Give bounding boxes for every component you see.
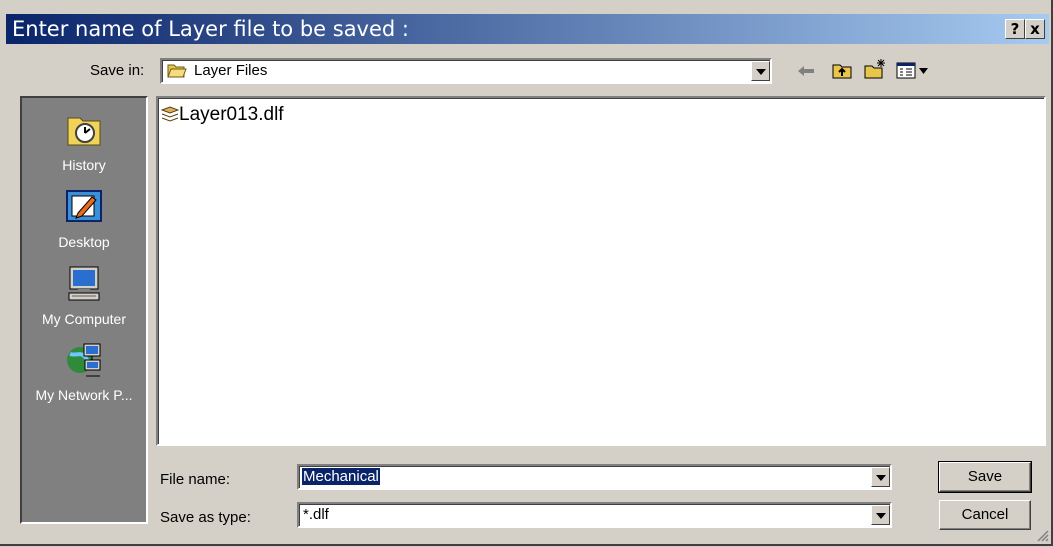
chevron-down-icon	[876, 475, 886, 481]
up-one-level-icon[interactable]	[831, 60, 853, 85]
file-name-text: Layer013.dlf	[179, 104, 284, 125]
folder-open-icon	[167, 62, 187, 84]
cancel-button[interactable]: Cancel	[939, 500, 1031, 530]
file-name-value[interactable]: Mechanical	[302, 468, 380, 485]
help-button[interactable]: ?	[1005, 19, 1025, 39]
file-name-input[interactable]: Mechanical	[297, 464, 892, 490]
save-in-label: Save in:	[90, 62, 145, 79]
save-button[interactable]: Save	[938, 461, 1032, 493]
place-label: My Network P...	[35, 387, 133, 403]
file-name-label: File name:	[160, 471, 231, 488]
place-history[interactable]: History	[22, 110, 146, 173]
place-desktop[interactable]: Desktop	[22, 187, 146, 250]
desktop-icon	[22, 187, 146, 232]
place-my-computer[interactable]: My Computer	[22, 264, 146, 327]
save-in-dropdown-button[interactable]	[751, 61, 770, 81]
back-arrow-icon[interactable]	[796, 62, 816, 85]
my-computer-icon	[22, 264, 146, 309]
places-bar: History Desktop My Computer My Network P…	[20, 96, 148, 524]
save-in-combobox[interactable]: Layer Files	[160, 58, 772, 84]
save-dialog: Enter name of Layer file to be saved : ?…	[0, 0, 1053, 546]
place-label: Desktop	[58, 234, 110, 250]
place-label: My Computer	[41, 311, 127, 327]
file-name-dropdown-button[interactable]	[871, 467, 890, 487]
my-network-places-icon	[22, 340, 146, 385]
chevron-down-icon	[876, 513, 886, 519]
place-label: History	[62, 157, 106, 173]
new-folder-icon[interactable]	[863, 58, 887, 85]
place-my-network[interactable]: My Network P...	[22, 340, 146, 403]
save-as-type-select[interactable]: *.dlf	[297, 502, 892, 528]
title-bar[interactable]: Enter name of Layer file to be saved : ?…	[6, 14, 1049, 44]
save-in-value: Layer Files	[194, 62, 268, 79]
layer-file-icon	[160, 106, 180, 127]
save-as-type-value: *.dlf	[303, 506, 329, 523]
view-menu-icon[interactable]	[896, 62, 930, 85]
save-as-type-dropdown-button[interactable]	[871, 505, 890, 525]
close-button[interactable]: x	[1025, 19, 1045, 39]
file-list[interactable]: Layer013.dlf	[156, 96, 1046, 446]
chevron-down-icon	[756, 69, 766, 75]
history-icon	[22, 110, 146, 155]
window-title: Enter name of Layer file to be saved :	[12, 17, 409, 41]
resize-grip-icon[interactable]	[1035, 528, 1049, 547]
save-as-type-label: Save as type:	[160, 509, 251, 526]
